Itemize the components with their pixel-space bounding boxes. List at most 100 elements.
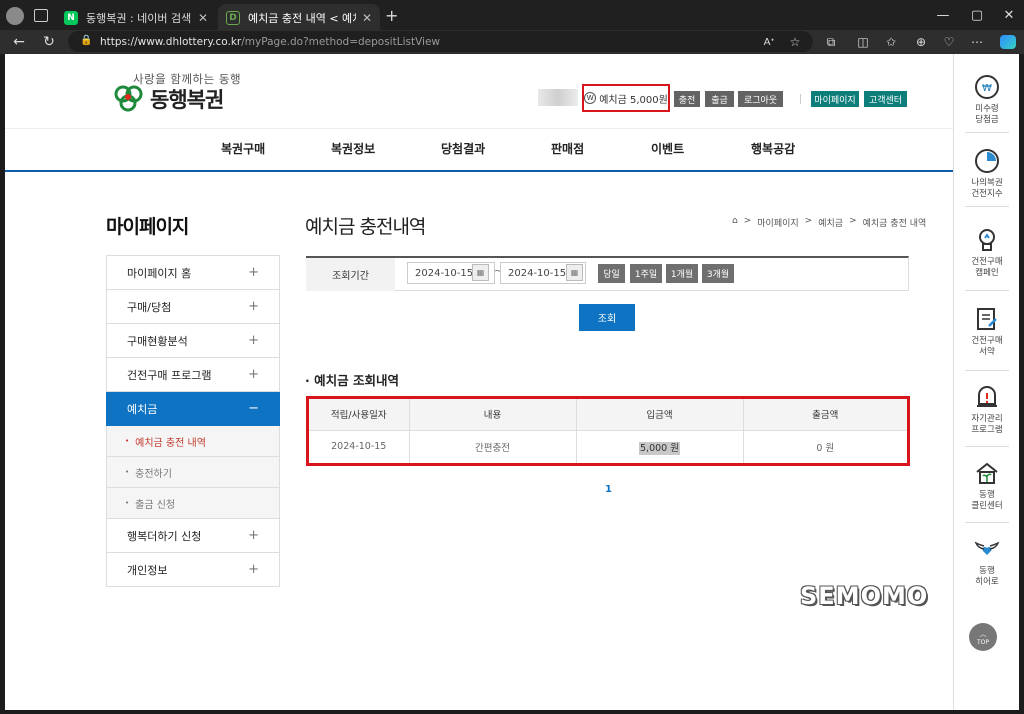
quick-unclaimed-prize[interactable]: ₩ 미수령 당첨금: [954, 74, 1019, 126]
mypage-button[interactable]: 마이페이지: [811, 91, 859, 107]
sidebar-subitem-deposit-history[interactable]: • 예치금 충전 내역: [106, 426, 280, 457]
calendar-icon[interactable]: ▦: [472, 264, 489, 281]
sidebar-item-label: 개인정보: [127, 563, 168, 577]
close-window-icon[interactable]: ✕: [992, 0, 1024, 30]
gnb-top-line: [5, 128, 953, 129]
date-from-value: 2024-10-15: [415, 267, 474, 279]
bullet-icon: •: [125, 468, 130, 476]
period-1month-button[interactable]: 1개월: [666, 264, 698, 283]
minimize-icon[interactable]: —: [926, 0, 960, 30]
quick-divider: [965, 370, 1009, 371]
logout-button[interactable]: 로그아웃: [738, 91, 783, 107]
gnb-stores[interactable]: 판매점: [551, 140, 584, 157]
sidebar-item-personal-info[interactable]: 개인정보 +: [106, 553, 280, 587]
plus-icon: +: [248, 265, 259, 280]
deposit-history-table: 적립/사용일자 내용 입금액 출금액 2024-10-15 간편충전 5,000…: [309, 399, 907, 463]
deposit-balance[interactable]: W 예치금 5,000원: [582, 84, 670, 112]
address-bar[interactable]: 🔒 https://www.dhlottery.co.kr/myPage.do?…: [68, 31, 813, 52]
header-divider: [800, 94, 801, 104]
home-icon[interactable]: ⌂: [732, 216, 738, 229]
profile-avatar-icon[interactable]: [6, 7, 24, 25]
favorites-icon[interactable]: ✩: [880, 32, 902, 52]
quick-self-management[interactable]: 자기관리 프로그램: [954, 384, 1019, 436]
scroll-top-button[interactable]: ︿ TOP: [969, 623, 997, 651]
naver-favicon-icon: N: [64, 11, 78, 25]
col-header-withdraw: 출금액: [743, 399, 907, 431]
tab-dhlottery[interactable]: D 예치금 충전 내역 < 예치금 < 마이 ✕: [218, 4, 380, 32]
read-aloud-icon[interactable]: Aᐩ: [758, 32, 780, 52]
quick-campaign[interactable]: 건전구매 캠페인: [954, 227, 1019, 279]
logo-text[interactable]: 동행복권: [150, 84, 224, 114]
sidebar-item-purchase-analysis[interactable]: 구매현황분석 +: [106, 324, 280, 358]
top-label: TOP: [976, 638, 989, 646]
calendar-icon[interactable]: ▦: [566, 264, 583, 281]
customer-center-button[interactable]: 고객센터: [864, 91, 907, 107]
breadcrumb-mypage[interactable]: 마이페이지: [757, 216, 798, 229]
gnb-bottom-bar: [5, 170, 953, 172]
sidebar-item-deposit[interactable]: 예치금 −: [106, 392, 280, 426]
sidebar-item-label: 행복더하기 신청: [127, 529, 202, 543]
sidebar-item-label: 마이페이지 홈: [127, 266, 192, 280]
withdraw-button[interactable]: 출금: [705, 91, 734, 107]
close-tab-icon[interactable]: ✕: [356, 11, 372, 25]
collections-icon[interactable]: ⊕: [910, 32, 932, 52]
breadcrumb: ⌂ > 마이페이지 > 예치금 > 예치금 충전 내역: [732, 216, 926, 229]
charge-button[interactable]: 충전: [674, 91, 700, 107]
quick-label: 나의복권 건전지수: [971, 178, 1003, 199]
quick-menu-bar: ₩ 미수령 당첨금 나의복권 건전지수 건전구매 캠페인 건전구매 서약 자기관…: [953, 54, 1019, 710]
table-row: 2024-10-15 간편충전 5,000 원 0 원: [309, 430, 907, 463]
sidebar-item-label: 구매/당첨: [127, 300, 172, 314]
chevron-right-icon: >: [804, 216, 813, 226]
house-plant-icon: [976, 462, 998, 484]
page-number[interactable]: 1: [605, 484, 612, 495]
breadcrumb-deposit[interactable]: 예치금: [818, 216, 843, 229]
sidebar-item-healthy-program[interactable]: 건전구매 프로그램 +: [106, 358, 280, 392]
quick-hero[interactable]: 동행 히어로: [954, 536, 1019, 588]
reload-icon[interactable]: ↻: [38, 32, 60, 52]
lock-icon: 🔒: [80, 35, 93, 46]
sidebar-item-happy-plus[interactable]: 행복더하기 신청 +: [106, 519, 280, 553]
gnb-happy[interactable]: 행복공감: [751, 140, 795, 157]
sidebar-subitem-charge[interactable]: • 충전하기: [106, 457, 280, 488]
clover-logo-icon[interactable]: [113, 84, 145, 112]
period-3month-button[interactable]: 3개월: [702, 264, 734, 283]
sidebar-nav: 마이페이지 홈 + 구매/당첨 + 구매현황분석 + 건전구매 프로그램 + 예치금 − …: [106, 255, 280, 587]
web-page: 사랑을 함께하는 동행 동행복권 W 예치금 5,000원 충전 출금 로그아웃…: [5, 54, 1019, 710]
quick-pledge[interactable]: 건전구매 서약: [954, 306, 1019, 358]
copilot-icon[interactable]: [1000, 35, 1016, 49]
gnb-events[interactable]: 이벤트: [651, 140, 684, 157]
gnb-lottery-info[interactable]: 복권정보: [331, 140, 375, 157]
sidebar-item-purchase-win[interactable]: 구매/당첨 +: [106, 290, 280, 324]
maximize-icon[interactable]: ▢: [960, 0, 994, 30]
new-tab-button[interactable]: +: [385, 6, 398, 25]
sidebar-subitem-withdraw[interactable]: • 출금 신청: [106, 488, 280, 519]
sidebar-title: 마이페이지: [106, 216, 189, 238]
sidebar-item-label: 구매현황분석: [127, 334, 188, 348]
gnb-buy-lottery[interactable]: 복권구매: [221, 140, 265, 157]
back-icon[interactable]: ←: [8, 32, 30, 52]
period-today-button[interactable]: 당일: [598, 264, 625, 283]
sidebar-item-mypage-home[interactable]: 마이페이지 홈 +: [106, 256, 280, 290]
tab-actions-icon[interactable]: [34, 9, 48, 22]
wings-heart-icon: [974, 541, 1000, 555]
close-tab-icon[interactable]: ✕: [192, 11, 208, 25]
sidebar-item-label: 예치금: [127, 402, 158, 416]
browser-essentials-icon[interactable]: ♡: [938, 32, 960, 52]
deposit-label: 예치금: [599, 94, 627, 106]
sidebar-item-label: 건전구매 프로그램: [127, 368, 212, 382]
gnb-results[interactable]: 당첨결과: [441, 140, 485, 157]
more-menu-icon[interactable]: ⋯: [966, 32, 988, 52]
search-button[interactable]: 조회: [579, 304, 635, 331]
split-screen-icon[interactable]: ◫: [852, 32, 874, 52]
quick-healthy-index[interactable]: 나의복권 건전지수: [954, 148, 1019, 200]
period-1week-button[interactable]: 1주일: [630, 264, 662, 283]
favorite-star-icon[interactable]: ☆: [784, 32, 806, 52]
quick-clean-center[interactable]: 동행 클린센터: [954, 460, 1019, 512]
col-header-content: 내용: [409, 399, 577, 431]
breadcrumb-current: 예치금 충전 내역: [862, 219, 927, 229]
sidebar-subitem-label: 충전하기: [135, 468, 172, 480]
extensions-icon[interactable]: ⧉: [820, 32, 842, 52]
tab-naver[interactable]: N 동행복권 : 네이버 검색 ✕: [56, 4, 216, 32]
cell-deposit: 5,000 원: [576, 430, 744, 463]
plus-icon: +: [248, 299, 259, 314]
